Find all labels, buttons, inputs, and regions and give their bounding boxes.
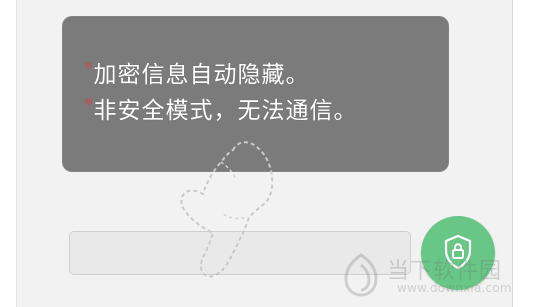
tooltip-line-2-text: 非安全模式，无法通信。	[93, 98, 358, 124]
encryption-tooltip: *加密信息自动隐藏。 *非安全模式，无法通信。	[62, 16, 449, 172]
message-input[interactable]	[69, 231, 411, 275]
lock-shield-icon	[444, 234, 472, 270]
tooltip-line-1: *加密信息自动隐藏。	[84, 59, 310, 91]
tooltip-line-2: *非安全模式，无法通信。	[84, 95, 358, 127]
tooltip-line-1-text: 加密信息自动隐藏。	[93, 62, 310, 88]
bullet-mark: *	[84, 59, 94, 79]
secure-mode-button[interactable]	[421, 216, 495, 290]
bullet-mark: *	[84, 95, 94, 115]
